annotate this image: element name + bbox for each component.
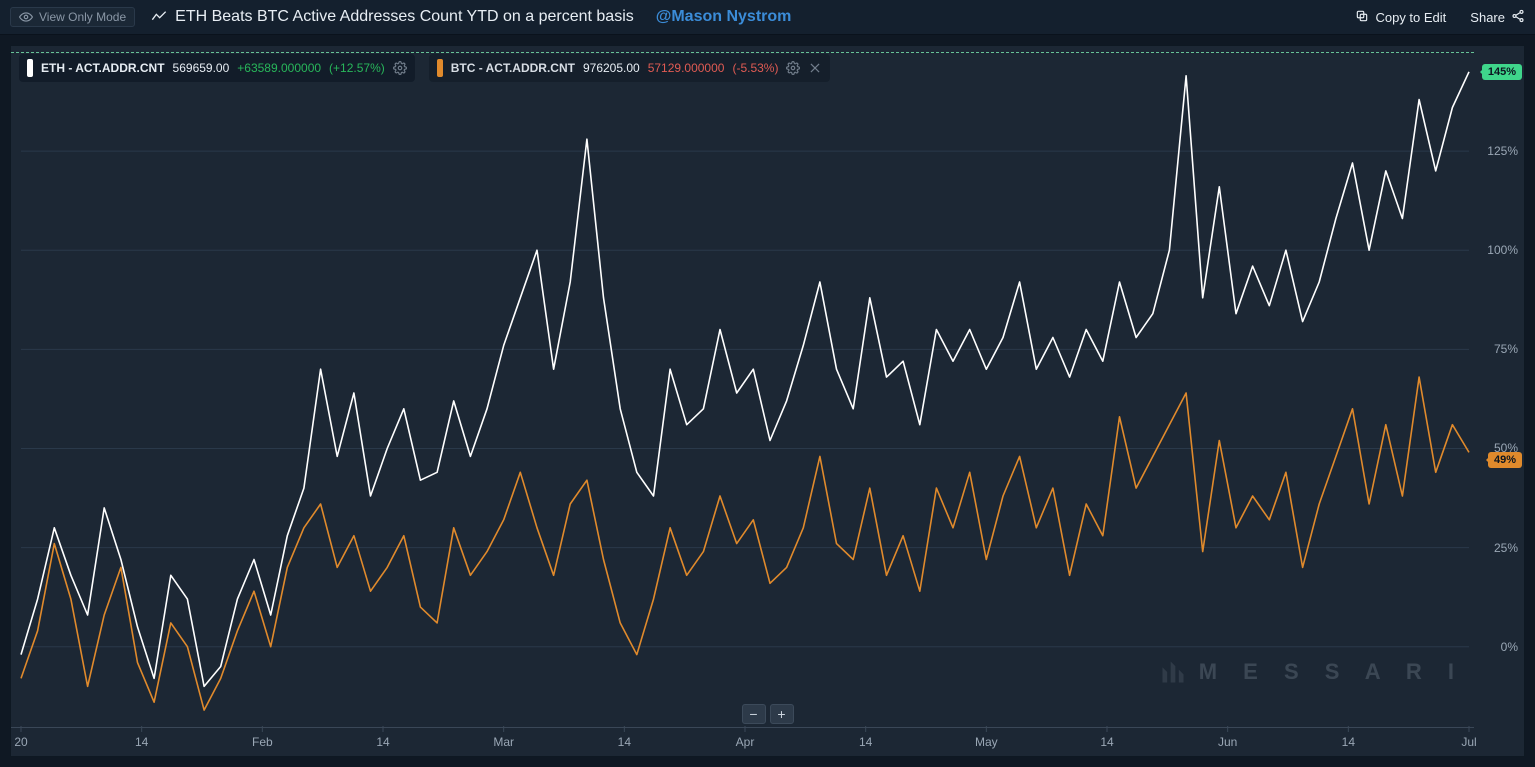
author-link[interactable]: @Mason Nystrom — [656, 8, 792, 26]
legend-value-btc: 976205.00 — [583, 61, 640, 75]
x-tick: 14 — [376, 735, 389, 749]
x-tick: Apr — [736, 735, 755, 749]
legend-item-btc[interactable]: BTC - ACT.ADDR.CNT 976205.00 57129.00000… — [429, 54, 831, 82]
share-button[interactable]: Share — [1470, 9, 1525, 26]
legend-swatch-btc — [437, 59, 443, 77]
x-tick: Mar — [493, 735, 514, 749]
x-tick: 14 — [859, 735, 872, 749]
legend-swatch-eth — [27, 59, 33, 77]
legend-change-pct-btc: (-5.53%) — [732, 61, 778, 75]
x-tick: 14 — [135, 735, 148, 749]
close-icon[interactable] — [808, 61, 822, 75]
gear-icon[interactable] — [393, 61, 407, 75]
watermark-text: M E S S A R I — [1199, 659, 1464, 685]
copy-icon — [1355, 9, 1369, 26]
copy-to-edit-label: Copy to Edit — [1375, 10, 1446, 25]
x-axis-labels: 20 14 Feb 14 Mar 14 Apr 14 May 14 Jun 14 Jul — [11, 728, 1474, 756]
y-tick: 75% — [1494, 342, 1518, 356]
x-tick: Jul — [1461, 735, 1476, 749]
legend-name-eth: ETH - ACT.ADDR.CNT — [41, 61, 165, 75]
title-group: ETH Beats BTC Active Addresses Count YTD… — [151, 8, 791, 26]
gear-icon[interactable] — [786, 61, 800, 75]
y-tick: 25% — [1494, 541, 1518, 555]
zoom-controls: − + — [742, 704, 794, 724]
zoom-out-button[interactable]: − — [742, 704, 766, 724]
copy-to-edit-button[interactable]: Copy to Edit — [1355, 9, 1446, 26]
legend-value-eth: 569659.00 — [173, 61, 230, 75]
zoom-in-button[interactable]: + — [770, 704, 794, 724]
y-tick: 50% — [1494, 441, 1518, 455]
x-tick: Feb — [252, 735, 273, 749]
y-tick: 125% — [1487, 144, 1518, 158]
y-tick: 100% — [1487, 243, 1518, 257]
legend: ETH - ACT.ADDR.CNT 569659.00 +63589.0000… — [19, 54, 830, 82]
legend-change-pct-eth: (+12.57%) — [329, 61, 385, 75]
view-mode-label: View Only Mode — [39, 10, 126, 24]
eye-icon — [19, 10, 33, 24]
top-bar: View Only Mode ETH Beats BTC Active Addr… — [0, 0, 1535, 35]
x-tick: May — [975, 735, 998, 749]
share-label: Share — [1470, 10, 1505, 25]
watermark: M E S S A R I — [1159, 658, 1464, 686]
y-tick: 0% — [1501, 640, 1518, 654]
chart-svg — [11, 46, 1524, 756]
x-tick: Jun — [1218, 735, 1237, 749]
y-axis-labels: 0% 25% 50% 75% 100% 125% — [1478, 46, 1518, 728]
share-icon — [1511, 9, 1525, 26]
x-tick: 14 — [618, 735, 631, 749]
legend-name-btc: BTC - ACT.ADDR.CNT — [451, 61, 575, 75]
app-root: View Only Mode ETH Beats BTC Active Addr… — [0, 0, 1535, 767]
view-mode-badge: View Only Mode — [10, 7, 135, 27]
x-tick: 20 — [14, 735, 27, 749]
spark-icon — [151, 9, 167, 25]
chart-title: ETH Beats BTC Active Addresses Count YTD… — [175, 8, 634, 26]
legend-change-abs-btc: 57129.000000 — [648, 61, 725, 75]
legend-change-abs-eth: +63589.000000 — [237, 61, 321, 75]
x-tick: 14 — [1100, 735, 1113, 749]
legend-item-eth[interactable]: ETH - ACT.ADDR.CNT 569659.00 +63589.0000… — [19, 54, 415, 82]
chart-area[interactable]: ETH - ACT.ADDR.CNT 569659.00 +63589.0000… — [10, 45, 1525, 757]
messari-logo-icon — [1159, 658, 1187, 686]
x-tick: 14 — [1342, 735, 1355, 749]
